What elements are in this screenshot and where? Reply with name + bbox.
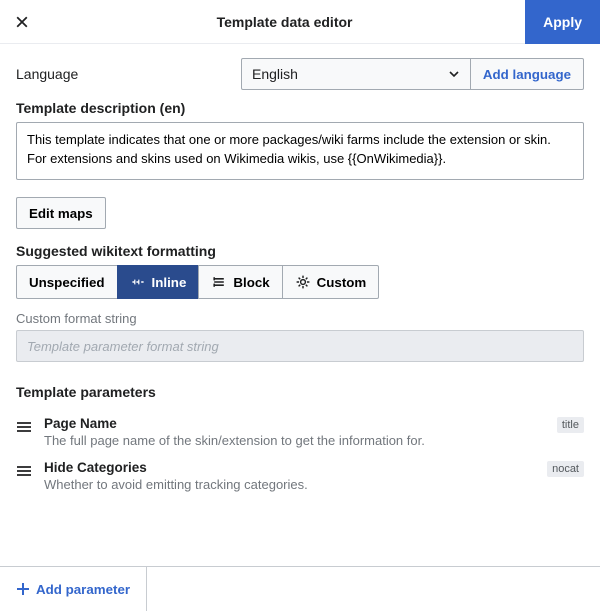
block-icon [211,274,227,290]
parameter-name: Hide Categories [44,460,537,475]
parameter-body[interactable]: Page Name The full page name of the skin… [44,416,547,448]
parameters-list: Page Name The full page name of the skin… [16,410,584,498]
parameters-section: Template parameters Page Name The full p… [16,384,584,498]
format-custom-button[interactable]: Custom [282,265,380,299]
formatting-section: Suggested wikitext formatting Unspecifie… [16,243,584,362]
edit-maps-button[interactable]: Edit maps [16,197,106,229]
format-block-button[interactable]: Block [198,265,282,299]
close-button[interactable] [0,0,44,44]
parameter-name: Page Name [44,416,547,431]
drag-handle[interactable] [16,416,34,436]
dialog-content: Language English Add language Template d… [0,44,600,566]
format-unspecified-button[interactable]: Unspecified [16,265,118,299]
parameter-item: Hide Categories Whether to avoid emittin… [16,454,584,498]
parameter-item: Page Name The full page name of the skin… [16,410,584,454]
chevron-down-icon [448,68,460,80]
dialog-footer: Add parameter [0,566,600,610]
formatting-label: Suggested wikitext formatting [16,243,584,259]
parameters-label: Template parameters [16,384,584,400]
language-label: Language [16,66,241,82]
drag-handle[interactable] [16,460,34,480]
add-parameter-label: Add parameter [36,582,130,597]
format-inline-button[interactable]: Inline [117,265,200,299]
format-block-label: Block [233,275,269,290]
parameter-desc: Whether to avoid emitting tracking categ… [44,477,537,492]
format-custom-label: Custom [317,275,367,290]
language-select[interactable]: English [241,58,471,90]
description-textarea[interactable] [16,122,584,180]
dialog-header: Template data editor Apply [0,0,600,44]
inline-icon [130,274,146,290]
dialog-title: Template data editor [44,14,525,30]
format-unspecified-label: Unspecified [29,275,105,290]
drag-icon [16,465,32,477]
add-parameter-button[interactable]: Add parameter [0,567,147,611]
gear-icon [295,274,311,290]
parameter-body[interactable]: Hide Categories Whether to avoid emittin… [44,460,537,492]
description-label: Template description (en) [16,100,584,116]
apply-button[interactable]: Apply [525,0,600,44]
drag-icon [16,421,32,433]
formatting-toggle-group: Unspecified Inline Block Custom [16,265,584,299]
custom-format-label: Custom format string [16,311,584,326]
close-icon [14,14,30,30]
parameter-desc: The full page name of the skin/extension… [44,433,547,448]
language-row: Language English Add language [16,58,584,90]
format-inline-label: Inline [152,275,187,290]
add-language-button[interactable]: Add language [471,58,584,90]
language-value: English [252,66,298,82]
parameter-badge: title [557,417,584,433]
plus-icon [16,582,30,596]
parameter-badge: nocat [547,461,584,477]
custom-format-input[interactable] [16,330,584,362]
